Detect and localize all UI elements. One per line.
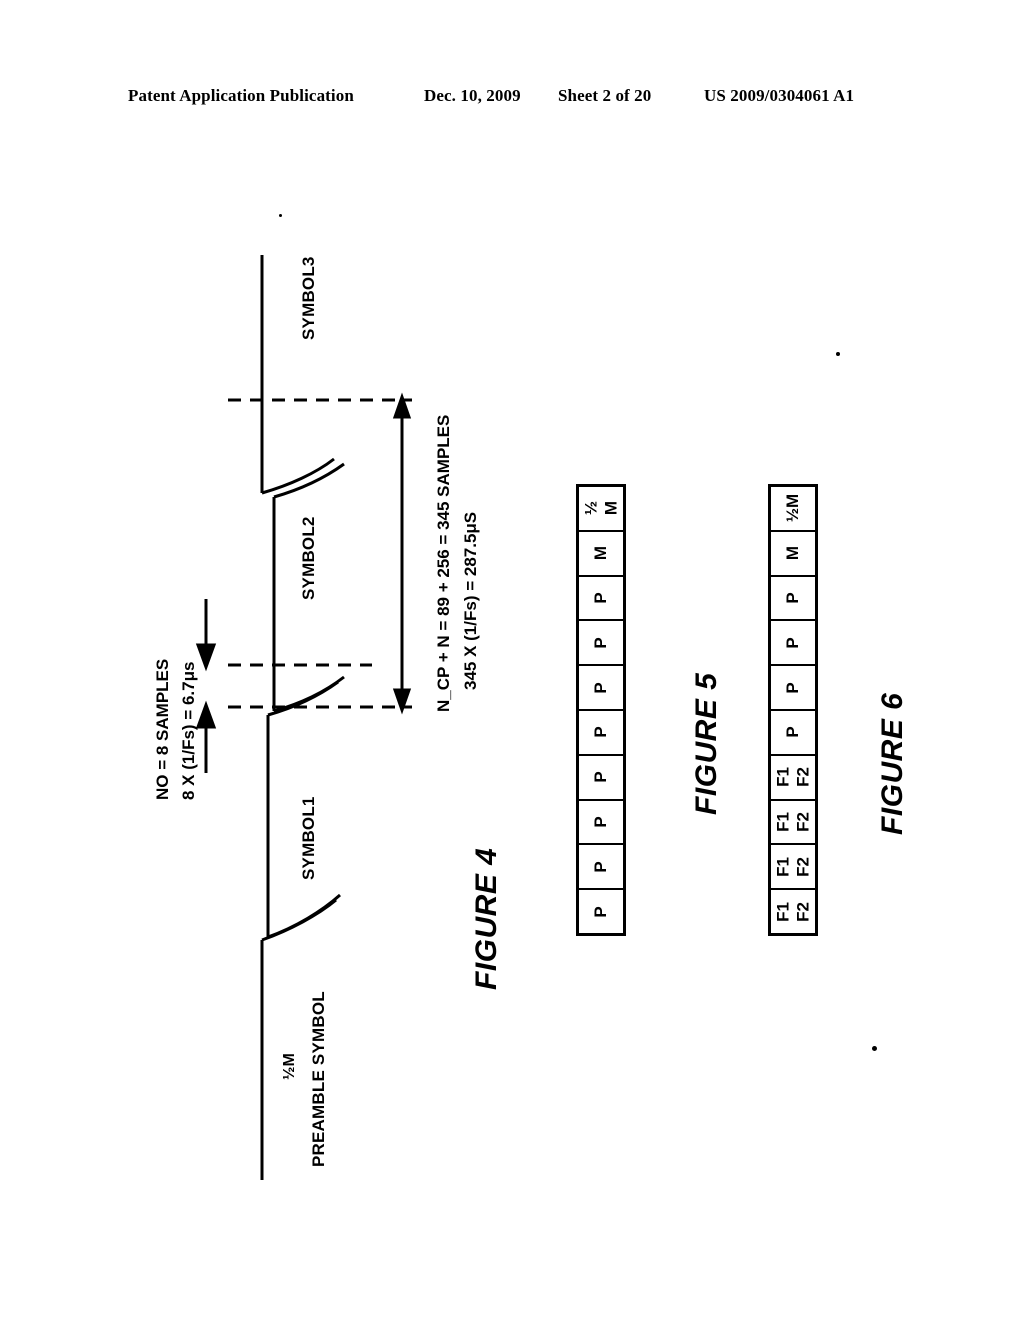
figure5-cell-text: P [591, 592, 611, 604]
figure4-guard-annotation: NO = 8 SAMPLES 8 X (1/Fs) = 6.7μs [150, 659, 201, 800]
figure6-block-strip: ½M M P P P P F1 F2 F1 F2 F1 F2 F1 F2 [768, 484, 818, 936]
figure6-cell: P [771, 577, 815, 622]
figure6-cell-text: P [783, 637, 803, 649]
figure5-cell: P [579, 801, 623, 846]
symbol2-fade-out [273, 462, 345, 499]
figure5-cell: P [579, 666, 623, 711]
figure5-cell-text: M [591, 546, 611, 561]
figure5-cell: P [579, 577, 623, 622]
figure6-cell: P [771, 711, 815, 756]
figure6-cell: F1 F2 [771, 801, 815, 846]
figure6-cell: ½M [771, 487, 815, 532]
header-sheet-label: Sheet 2 of 20 [558, 86, 652, 105]
figure5-cell: P [579, 711, 623, 756]
duration-annotation-line2: 345 X (1/Fs) = 287.5μS [461, 511, 481, 690]
figure6-cell-text: P [783, 592, 803, 604]
figure6-cell-text: F1 F2 [773, 901, 812, 922]
figure5-cell: ½M [579, 487, 623, 532]
figure5-cell: P [579, 621, 623, 667]
header-publication-label: Patent Application Publication [128, 86, 354, 105]
duration-annotation-line1: N_CP + N = 89 + 256 = 345 SAMPLES [434, 414, 453, 712]
figure6-cell-text: P [783, 726, 803, 739]
figure6-cell-text: F1 F2 [773, 856, 812, 877]
figure6-cell: F1 F2 [771, 845, 815, 891]
symbol1-fade-in [267, 893, 341, 939]
figure4-symbol2-label: SYMBOL2 [299, 516, 318, 600]
page-header: Patent Application Publication Dec. 10, … [128, 86, 896, 114]
figure6-cell: P [771, 621, 815, 667]
figure4-preamble-half-m-label: ½M [281, 1052, 298, 1080]
figure4-symbol1-label: SYMBOL1 [299, 796, 318, 880]
scan-speck [279, 214, 282, 217]
scan-speck [872, 1046, 877, 1051]
figure6-cell-text: F1 F2 [773, 812, 812, 832]
figure4-preamble-symbol-label: PREAMBLE SYMBOL [309, 991, 328, 1167]
figure5-cell: M [579, 532, 623, 577]
figure6-cell-text: M [783, 546, 803, 561]
figure4-symbol3-label: SYMBOL3 [299, 256, 318, 340]
figure4-duration-annotation: N_CP + N = 89 + 256 = 345 SAMPLES 345 X … [430, 415, 484, 712]
figure5-cell: P [579, 890, 623, 933]
figure5-cell: P [579, 845, 623, 891]
figure5-cell-text: ½M [581, 501, 620, 516]
figure5-block-strip: ½M M P P P P P P P P [576, 484, 626, 936]
figure5-cell-text: P [591, 681, 611, 694]
figure6-cell: M [771, 532, 815, 577]
figure5-cell-text: P [591, 905, 611, 918]
figure5-cell-text: P [591, 861, 611, 873]
scan-speck [836, 352, 840, 356]
guard-annotation-line1: NO = 8 SAMPLES [153, 658, 172, 800]
header-date-label: Dec. 10, 2009 [424, 86, 521, 105]
figure6-cell-text: F1 F2 [773, 767, 812, 788]
figure6-cell: P [771, 666, 815, 711]
figure5-cell-text: P [591, 771, 611, 783]
figure4-caption: FIGURE 4 [470, 847, 503, 990]
figure6-cell: F1 F2 [771, 756, 815, 801]
figure5-cell-text: P [591, 816, 611, 828]
figure5-caption: FIGURE 5 [690, 672, 723, 815]
guard-annotation-line2: 8 X (1/Fs) = 6.7μs [178, 661, 198, 800]
figure5-cell-text: P [591, 726, 611, 739]
figure6-cell: F1 F2 [771, 890, 815, 933]
figure5-cell-text: P [591, 637, 611, 649]
figure5-cell: P [579, 756, 623, 801]
figure6-cell-text: ½M [783, 494, 803, 523]
header-patent-number: US 2009/0304061 A1 [704, 86, 855, 105]
figure6-caption: FIGURE 6 [876, 692, 909, 835]
figure6-cell-text: P [783, 681, 803, 694]
